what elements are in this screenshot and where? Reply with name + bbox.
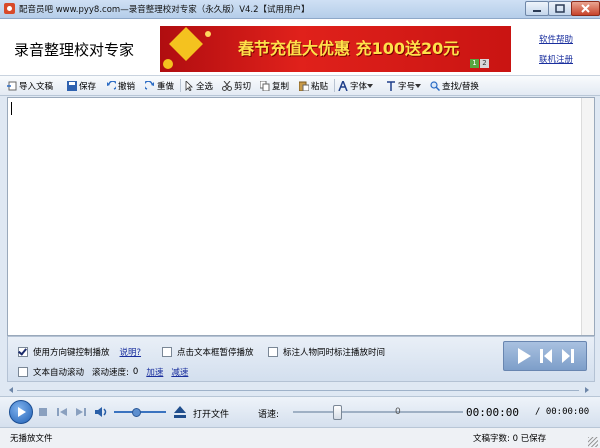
close-button[interactable] xyxy=(571,1,600,16)
playback-progress[interactable] xyxy=(7,385,593,395)
help-explain-link[interactable]: 说明? xyxy=(120,346,142,358)
vertical-scrollbar[interactable] xyxy=(581,98,594,335)
word-count-status: 文稿字数: 0 已保存 xyxy=(473,434,547,444)
app-window: 配音员吧 www.pyy8.com—录音整理校对专家（永久版）V4.2【试用用户… xyxy=(0,0,600,448)
undo-icon xyxy=(107,80,116,90)
toolbar-separator xyxy=(334,79,335,92)
scissors-icon xyxy=(222,80,232,91)
find-icon xyxy=(430,80,440,91)
scroll-speed-value: 0 xyxy=(132,367,139,377)
import-icon xyxy=(7,81,17,90)
undo-button[interactable]: 撤销 xyxy=(106,79,135,92)
click-pause-label: 点击文本框暂停播放 xyxy=(177,348,254,358)
arrow-control-label: 使用方向键控制播放 xyxy=(33,348,110,358)
chevron-down-icon xyxy=(367,83,374,88)
scroll-speed-label: 滚动速度: xyxy=(92,368,129,378)
title-bar: 配音员吧 www.pyy8.com—录音整理校对专家（永久版）V4.2【试用用户… xyxy=(0,0,600,19)
app-header: 录音整理校对专家 春节充值大优惠 充100送20元 12 软件帮助 联机注册 xyxy=(0,19,600,76)
paste-icon xyxy=(299,81,309,91)
playback-status: 无播放文件 xyxy=(10,434,53,444)
copy-icon xyxy=(260,80,270,91)
banner-text: 春节充值大优惠 充100送20元 xyxy=(238,39,460,58)
speech-speed-slider[interactable] xyxy=(293,411,463,413)
player-bar: 打开文件 语速: 0 00:00:00 / 00:00:00 xyxy=(0,396,600,427)
speed-label: 语速: xyxy=(258,410,280,420)
transcript-editor[interactable] xyxy=(7,97,595,336)
online-register-link[interactable]: 联机注册 xyxy=(539,53,573,65)
total-time: / 00:00:00 xyxy=(535,407,590,417)
import-button[interactable]: 导入文稿 xyxy=(7,79,53,92)
next-icon[interactable] xyxy=(73,404,89,420)
redo-icon xyxy=(145,80,154,90)
select-all-icon xyxy=(185,80,193,91)
font-icon xyxy=(338,80,348,91)
minimize-icon xyxy=(533,10,541,12)
cut-button[interactable]: 剪切 xyxy=(222,79,251,92)
banner-pager: 12 xyxy=(470,59,490,68)
app-heading: 录音整理校对专家 xyxy=(14,41,135,59)
previous-icon[interactable] xyxy=(54,404,70,420)
arrow-control-checkbox[interactable] xyxy=(18,347,28,357)
current-time: 00:00:00 xyxy=(466,406,519,419)
progress-track xyxy=(17,390,579,391)
slow-down-link[interactable]: 减速 xyxy=(171,366,188,378)
speech-speed-knob[interactable] xyxy=(332,405,342,420)
eject-icon[interactable] xyxy=(172,404,188,420)
close-icon xyxy=(581,4,590,13)
select-all-button[interactable]: 全选 xyxy=(184,79,213,92)
toolbar-separator xyxy=(180,79,181,92)
volume-knob[interactable] xyxy=(131,408,141,417)
help-link[interactable]: 软件帮助 xyxy=(539,33,573,45)
promo-banner[interactable]: 春节充值大优惠 充100送20元 12 xyxy=(160,26,511,72)
play-button[interactable] xyxy=(9,400,33,424)
auto-scroll-label: 文本自动滚动 xyxy=(33,368,85,378)
fu-decoration-icon xyxy=(163,27,211,69)
stop-icon[interactable] xyxy=(35,404,51,420)
banner-page-2[interactable]: 2 xyxy=(480,59,489,68)
paste-button[interactable]: 粘贴 xyxy=(299,79,328,92)
font-size-icon xyxy=(387,80,395,91)
mark-time-checkbox[interactable] xyxy=(268,347,278,357)
skip-forward-icon[interactable] xyxy=(561,347,575,365)
skip-back-icon[interactable] xyxy=(539,347,553,365)
speed-up-link[interactable]: 加速 xyxy=(146,366,163,378)
chevron-down-icon xyxy=(415,83,422,88)
toolbar: 导入文稿 保存 撤销 重做 全选 剪切 复制 粘贴 字体 字号 查找/替换 xyxy=(0,76,600,96)
font-button[interactable]: 字体 xyxy=(338,79,375,92)
copy-button[interactable]: 复制 xyxy=(260,79,289,92)
play-icon[interactable] xyxy=(516,347,532,365)
speed-value: 0 xyxy=(395,407,401,417)
find-replace-button[interactable]: 查找/替换 xyxy=(430,79,479,92)
mark-time-label: 标注人物同时标注播放时间 xyxy=(283,348,386,358)
volume-icon[interactable] xyxy=(93,404,109,420)
window-title: 配音员吧 www.pyy8.com—录音整理校对专家（永久版）V4.2【试用用户… xyxy=(19,5,310,15)
status-bar: 无播放文件 文稿字数: 0 已保存 xyxy=(0,427,600,448)
play-icon xyxy=(18,407,26,417)
banner-page-1[interactable]: 1 xyxy=(470,59,479,68)
save-icon xyxy=(67,80,77,91)
maximize-icon xyxy=(555,4,565,13)
maximize-button[interactable] xyxy=(548,1,572,16)
text-caret xyxy=(11,102,12,115)
app-icon xyxy=(4,3,15,14)
auto-scroll-checkbox[interactable] xyxy=(18,367,28,377)
click-pause-checkbox[interactable] xyxy=(162,347,172,357)
resize-grip[interactable] xyxy=(588,437,598,447)
quick-controls xyxy=(503,341,587,371)
redo-button[interactable]: 重做 xyxy=(145,79,174,92)
seek-forward-icon[interactable] xyxy=(583,386,591,394)
font-size-button[interactable]: 字号 xyxy=(386,79,423,92)
open-file-button[interactable]: 打开文件 xyxy=(193,407,229,420)
save-button[interactable]: 保存 xyxy=(67,79,96,92)
seek-back-icon[interactable] xyxy=(7,386,15,394)
minimize-button[interactable] xyxy=(525,1,549,16)
